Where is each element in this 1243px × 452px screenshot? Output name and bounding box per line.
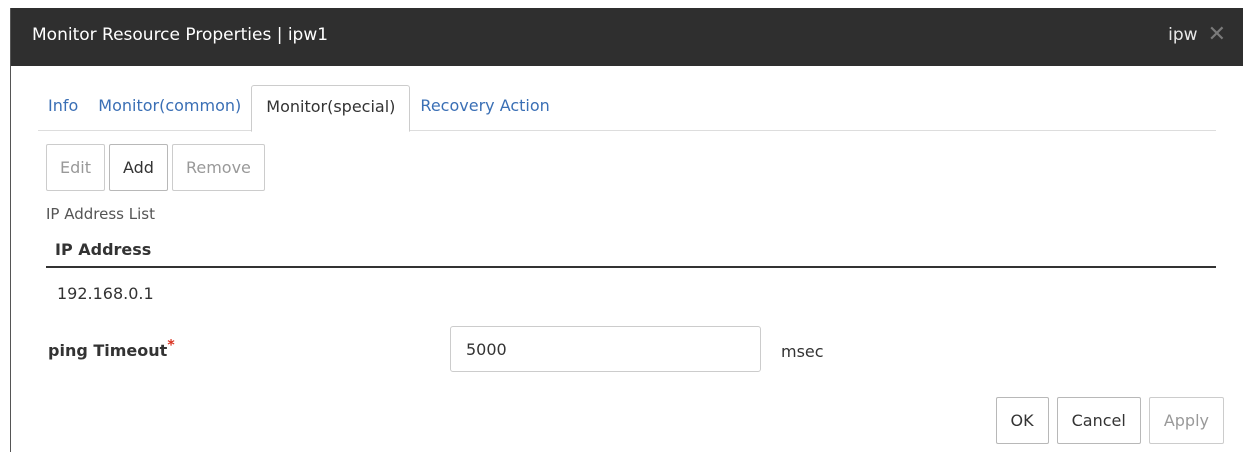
ping-timeout-label: ping Timeout* — [48, 337, 175, 360]
table-row[interactable]: 192.168.0.1 — [57, 284, 154, 303]
tab-monitor-common[interactable]: Monitor(common) — [88, 85, 251, 131]
cancel-button[interactable]: Cancel — [1056, 397, 1141, 444]
edit-button[interactable]: Edit — [46, 144, 105, 191]
title-bar: Monitor Resource Properties | ipw1 ipw ✕ — [11, 8, 1243, 66]
tab-info[interactable]: Info — [38, 85, 88, 131]
remove-button[interactable]: Remove — [171, 144, 265, 191]
title-user: ipw — [1168, 25, 1198, 45]
ip-address-column-header[interactable]: IP Address — [55, 240, 151, 259]
ip-list-toolbar: Edit Add Remove — [46, 144, 265, 191]
ping-timeout-label-text: ping Timeout — [48, 341, 168, 360]
apply-button[interactable]: Apply — [1148, 397, 1224, 444]
dialog-title: Monitor Resource Properties | ipw1 — [32, 25, 329, 45]
tab-monitor-special[interactable]: Monitor(special) — [251, 85, 411, 132]
tab-recovery-action[interactable]: Recovery Action — [410, 85, 559, 131]
title-bar-right: ipw ✕ — [1168, 24, 1226, 46]
ok-button[interactable]: OK — [995, 397, 1049, 444]
required-mark: * — [167, 337, 175, 354]
add-button[interactable]: Add — [108, 144, 168, 191]
ip-address-list-label: IP Address List — [46, 205, 155, 223]
dialog-footer: OK Cancel Apply — [995, 397, 1224, 444]
ping-timeout-unit: msec — [781, 342, 824, 361]
tab-bar: Info Monitor(common) Monitor(special) Re… — [38, 85, 1216, 132]
close-icon[interactable]: ✕ — [1208, 24, 1226, 46]
monitor-resource-properties-dialog: Monitor Resource Properties | ipw1 ipw ✕… — [10, 8, 1243, 452]
ping-timeout-input[interactable] — [450, 326, 761, 372]
table-header-divider — [46, 266, 1216, 268]
